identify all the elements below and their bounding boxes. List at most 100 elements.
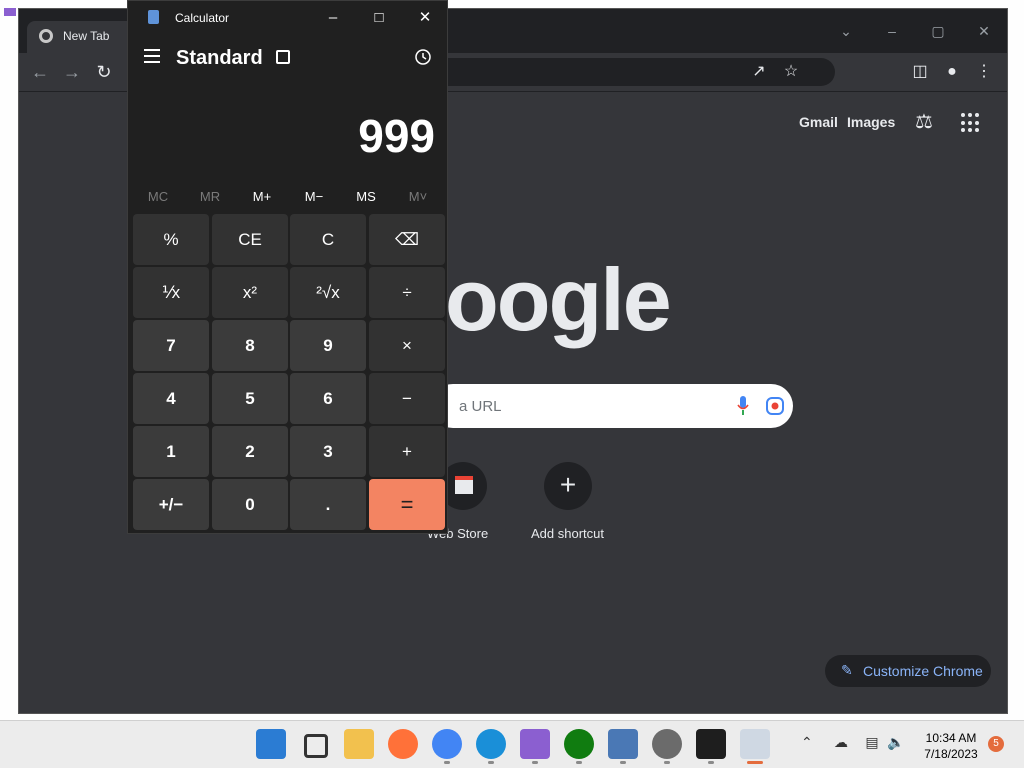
- memory-button[interactable]: M˅: [392, 189, 444, 204]
- notification-badge[interactable]: 5: [988, 736, 1004, 752]
- running-indicator: [488, 761, 494, 764]
- digit-8-button[interactable]: 8: [212, 320, 288, 371]
- minimize-button[interactable]: –: [869, 19, 915, 43]
- clear-button[interactable]: C: [290, 214, 366, 265]
- running-indicator: [747, 761, 763, 764]
- calculator-mode-title: Standard: [176, 47, 263, 69]
- maximize-button[interactable]: ▢: [915, 19, 961, 43]
- square-root-button[interactable]: ²√x: [290, 267, 366, 318]
- reciprocal-button[interactable]: ⅟x: [133, 267, 209, 318]
- onedrive-cloud-icon[interactable]: ☁: [831, 734, 851, 754]
- shortcut-add[interactable]: +: [544, 462, 592, 510]
- remote-desktop-taskbar-icon[interactable]: [608, 729, 638, 759]
- share-icon[interactable]: ↗: [745, 58, 773, 86]
- running-indicator: [444, 761, 450, 764]
- chrome-favicon-icon: [39, 29, 53, 43]
- desktop-app-icon[interactable]: [4, 8, 16, 16]
- calculator-window: Calculator – □ ✕ Standard 999 MC MR M+ M− MS…: [127, 0, 448, 534]
- profile-icon[interactable]: ●: [938, 58, 966, 86]
- side-panel-icon[interactable]: ◫: [906, 58, 934, 86]
- keep-on-top-icon[interactable]: [276, 50, 290, 64]
- square-button[interactable]: x²: [212, 267, 288, 318]
- digit-3-button[interactable]: 3: [290, 426, 366, 477]
- memory-button[interactable]: MC: [132, 189, 184, 204]
- tray-chevron-icon[interactable]: ⌃: [801, 734, 813, 751]
- digit-0-button[interactable]: 0: [212, 479, 288, 530]
- equals-button[interactable]: =: [369, 479, 445, 530]
- menu-dots-icon[interactable]: ⋮: [970, 58, 998, 86]
- digit-9-button[interactable]: 9: [290, 320, 366, 371]
- running-indicator: [620, 761, 626, 764]
- clear-entry-button[interactable]: CE: [212, 214, 288, 265]
- memory-button[interactable]: MS: [340, 189, 392, 204]
- clipchamp-taskbar-icon[interactable]: [520, 729, 550, 759]
- gmail-link[interactable]: Gmail: [799, 114, 838, 130]
- maximize-button[interactable]: □: [356, 5, 402, 31]
- minimize-button[interactable]: –: [310, 5, 356, 31]
- close-button[interactable]: ✕: [961, 19, 1007, 43]
- hamburger-menu-icon[interactable]: [144, 49, 160, 63]
- memory-button[interactable]: M−: [288, 189, 340, 204]
- add-button[interactable]: +: [369, 426, 445, 477]
- web-store-icon: [455, 476, 473, 494]
- search-placeholder: a URL: [459, 398, 502, 415]
- window-title: Calculator: [175, 11, 230, 25]
- pencil-icon: ✎: [841, 662, 853, 678]
- calculator-taskbar-icon[interactable]: [740, 729, 770, 759]
- reload-icon[interactable]: ↻: [91, 59, 117, 85]
- back-icon[interactable]: ←: [27, 59, 53, 85]
- backspace-button[interactable]: ⌫: [369, 214, 445, 265]
- lens-icon[interactable]: [765, 396, 785, 416]
- subtract-button[interactable]: −: [369, 373, 445, 424]
- tab-search-chevron-icon[interactable]: ⌄: [823, 19, 869, 43]
- running-indicator: [576, 761, 582, 764]
- google-logo: oogle: [445, 250, 672, 349]
- edge-taskbar-icon[interactable]: [476, 729, 506, 759]
- apps-grid-icon[interactable]: [961, 113, 981, 133]
- customize-chrome-label: Customize Chrome: [863, 663, 983, 679]
- digit-6-button[interactable]: 6: [290, 373, 366, 424]
- running-indicator: [532, 761, 538, 764]
- search-box[interactable]: a URL: [431, 384, 793, 428]
- shortcut-label[interactable]: Add shortcut: [531, 526, 604, 541]
- firefox-taskbar-icon[interactable]: [388, 729, 418, 759]
- memory-button[interactable]: M+: [236, 189, 288, 204]
- file-explorer-taskbar-icon[interactable]: [344, 729, 374, 759]
- memory-button[interactable]: MR: [184, 189, 236, 204]
- digit-5-button[interactable]: 5: [212, 373, 288, 424]
- tab-title: New Tab: [63, 29, 110, 43]
- decimal-button[interactable]: .: [290, 479, 366, 530]
- clock-time[interactable]: 10:34 AM: [918, 731, 984, 745]
- calculator-app-icon: [148, 10, 159, 24]
- settings-taskbar-icon[interactable]: [652, 729, 682, 759]
- forward-icon[interactable]: →: [59, 59, 85, 85]
- negate-button[interactable]: +/−: [133, 479, 209, 530]
- xbox-taskbar-icon[interactable]: [564, 729, 594, 759]
- images-link[interactable]: Images: [847, 114, 895, 130]
- digit-7-button[interactable]: 7: [133, 320, 209, 371]
- divide-button[interactable]: ÷: [369, 267, 445, 318]
- labs-icon[interactable]: ⚖: [912, 109, 936, 135]
- clock-date[interactable]: 7/18/2023: [918, 747, 984, 761]
- close-button[interactable]: ✕: [402, 5, 448, 31]
- mic-icon[interactable]: [737, 396, 749, 416]
- volume-icon[interactable]: 🔈: [886, 734, 906, 754]
- digit-2-button[interactable]: 2: [212, 426, 288, 477]
- digit-1-button[interactable]: 1: [133, 426, 209, 477]
- search-taskbar-icon[interactable]: [304, 734, 328, 758]
- network-icon[interactable]: ▤: [862, 734, 882, 754]
- running-indicator: [664, 761, 670, 764]
- taskbar: ⌃ ☁ ▤ 🔈 10:34 AM 7/18/2023: [0, 720, 1024, 768]
- calculator-titlebar[interactable]: Calculator – □ ✕: [128, 1, 447, 35]
- multiply-button[interactable]: ×: [369, 320, 445, 371]
- plus-icon: +: [559, 469, 577, 500]
- digit-4-button[interactable]: 4: [133, 373, 209, 424]
- start-taskbar-icon[interactable]: [256, 729, 286, 759]
- percent-button[interactable]: %: [133, 214, 209, 265]
- customize-chrome-button[interactable]: ✎ Customize Chrome: [825, 655, 991, 687]
- calculator-display: 999: [358, 110, 435, 162]
- history-icon[interactable]: [414, 48, 432, 66]
- chrome-taskbar-icon[interactable]: [432, 729, 462, 759]
- bookmark-star-icon[interactable]: ☆: [777, 58, 805, 86]
- terminal-taskbar-icon[interactable]: [696, 729, 726, 759]
